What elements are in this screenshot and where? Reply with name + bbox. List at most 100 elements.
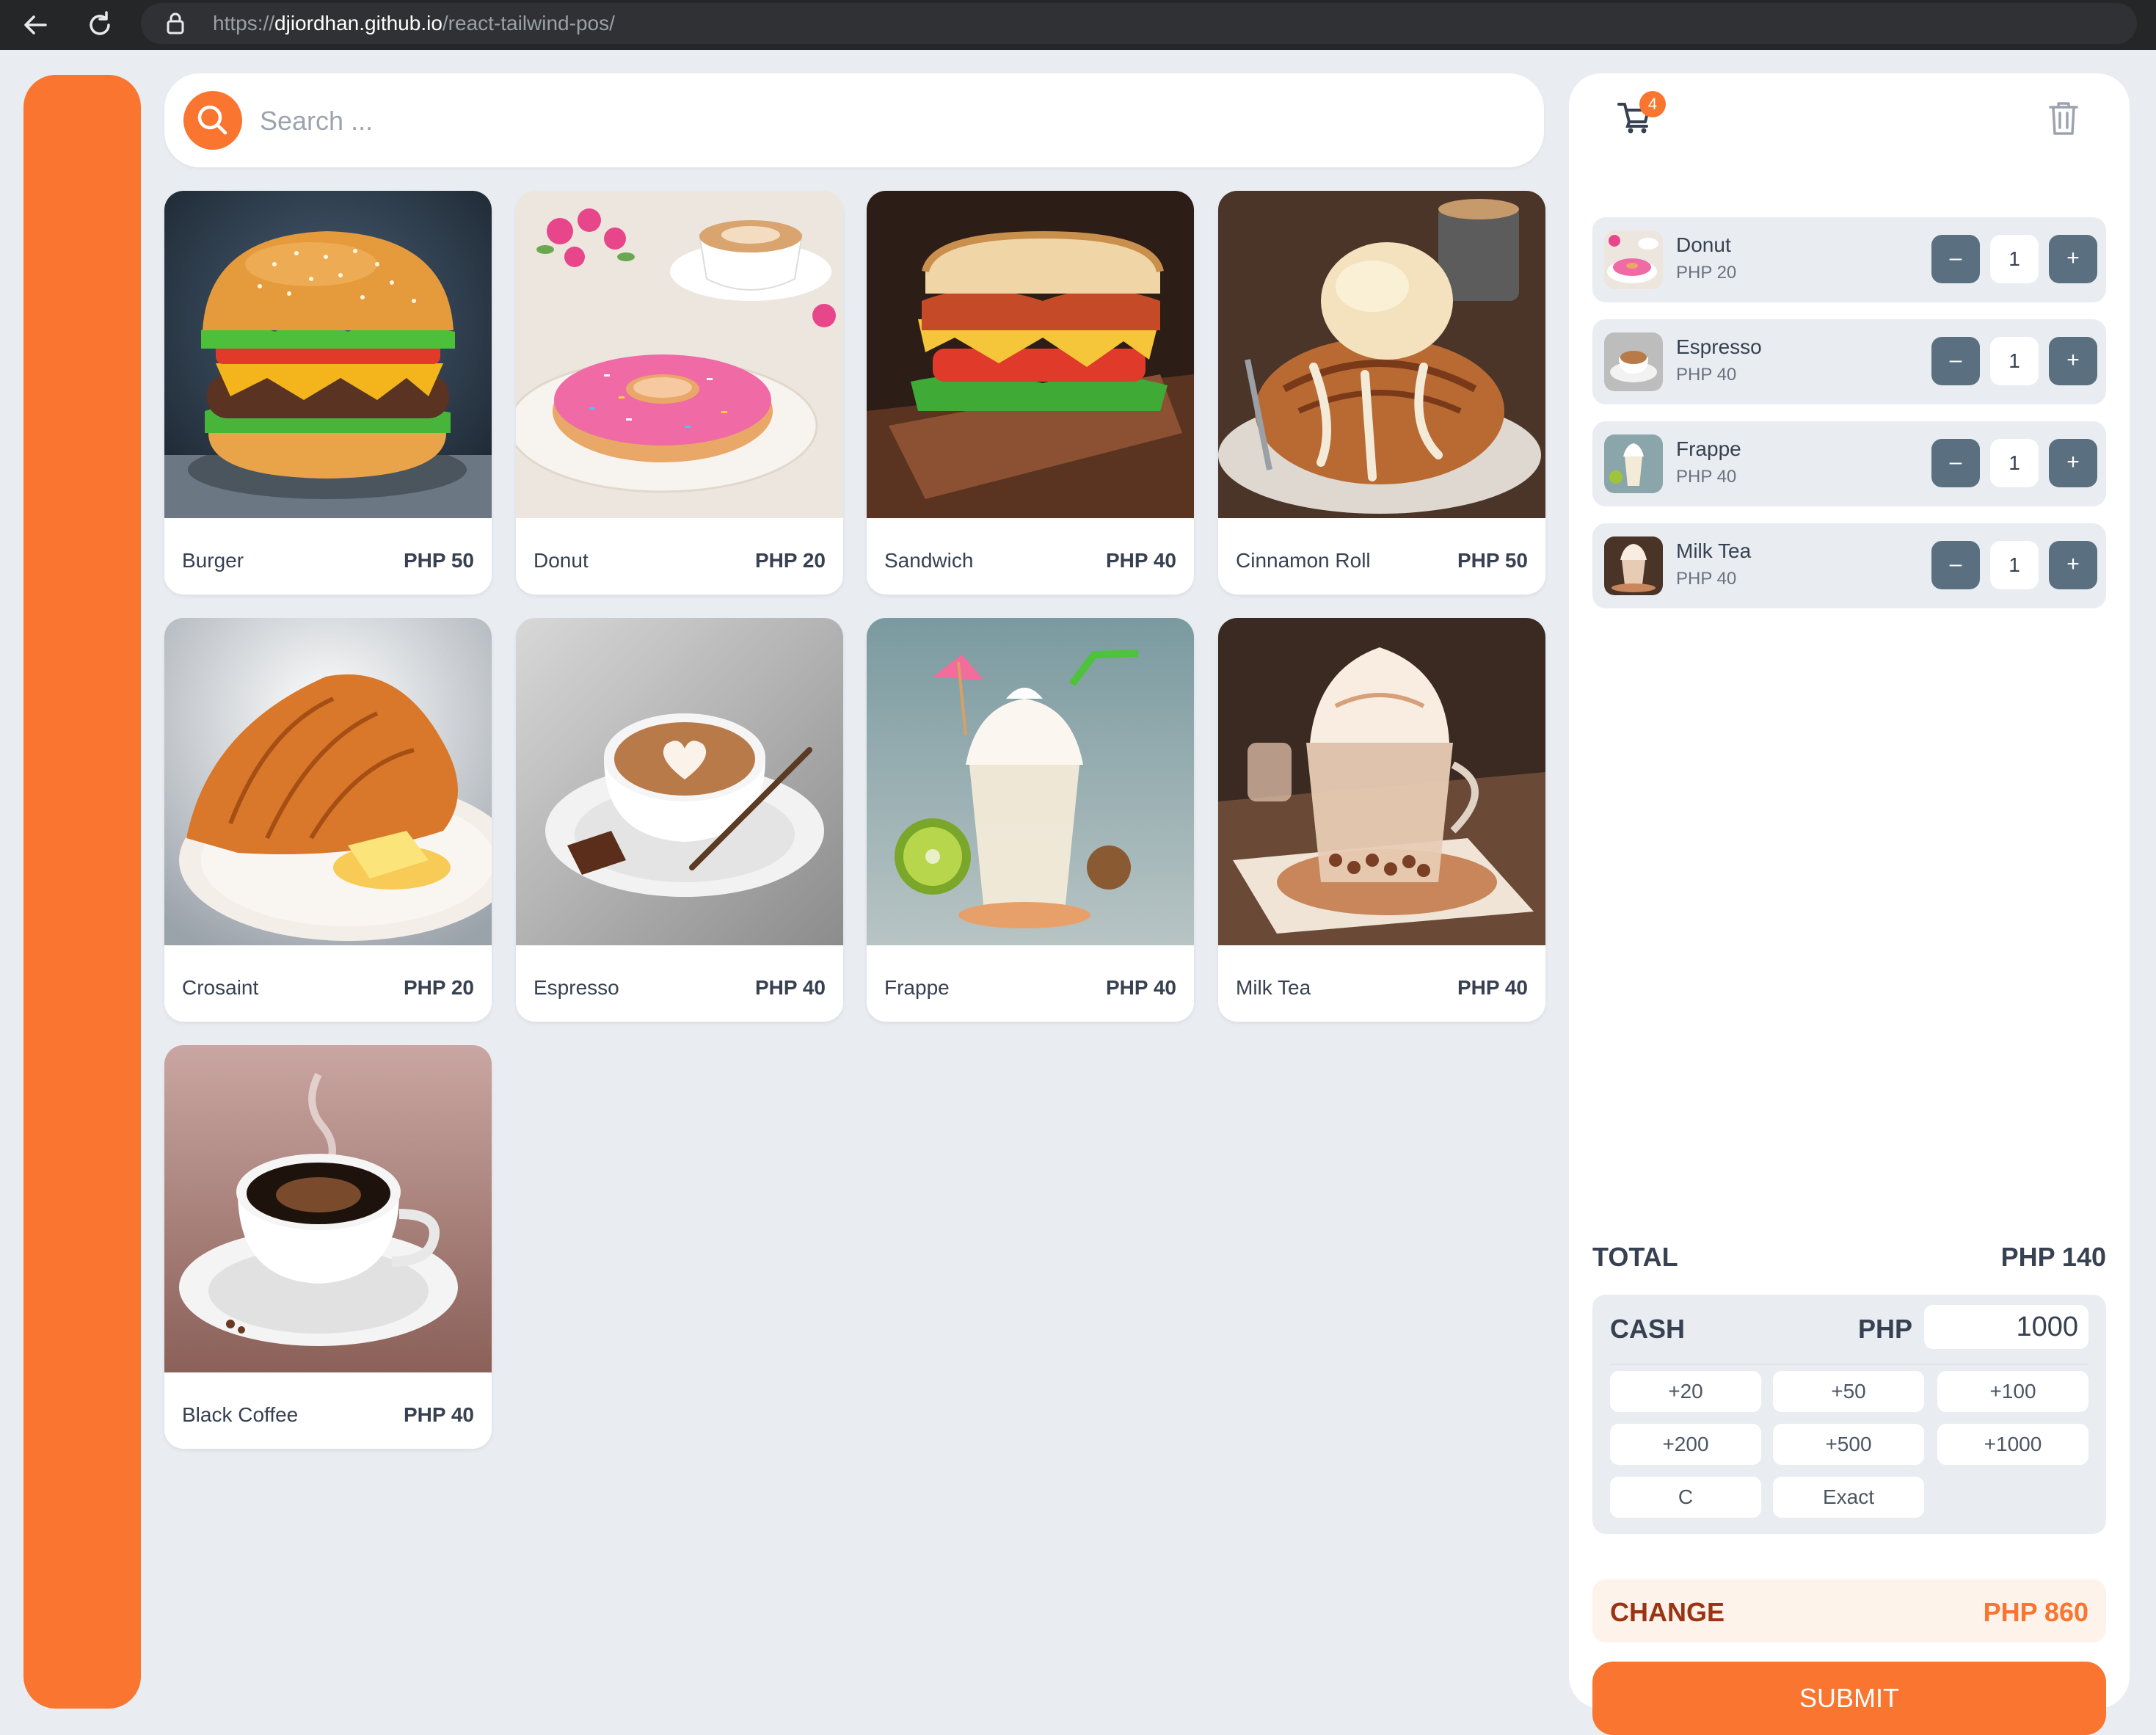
exact-cash-button[interactable]: Exact <box>1773 1477 1924 1518</box>
cash-label: CASH <box>1610 1314 1686 1344</box>
cart-item-price: PHP 20 <box>1676 263 1737 283</box>
submit-button[interactable]: SUBMIT <box>1592 1662 2106 1735</box>
decrease-quantity-button[interactable]: – <box>1931 541 1980 589</box>
cart-item: Frappe PHP 40 – 1 + <box>1592 421 2106 506</box>
product-card-frappe[interactable]: Frappe PHP 40 <box>867 618 1194 1022</box>
quantity-value[interactable]: 1 <box>1990 439 2039 487</box>
espresso-image <box>516 618 843 945</box>
product-card-cinnamon-roll[interactable]: Cinnamon Roll PHP 50 <box>1218 191 1545 594</box>
search-input[interactable] <box>258 94 1509 148</box>
search-bar <box>164 73 1544 167</box>
cinnamon-roll-image <box>1218 191 1545 518</box>
frappe-image <box>867 618 1194 945</box>
app-viewport: Burger PHP 50 Donut PH <box>0 50 2156 1735</box>
product-name: Cinnamon Roll <box>1236 549 1371 572</box>
order-panel: 4 Donut PHP 20 – 1 + Espresso PHP 40 – 1… <box>1569 73 2130 1735</box>
product-price: PHP 20 <box>755 549 826 572</box>
add-20-button[interactable]: +20 <box>1610 1371 1761 1412</box>
increase-quantity-button[interactable]: + <box>2049 337 2097 385</box>
url-scheme: https:// <box>213 12 275 34</box>
product-price: PHP 40 <box>1457 976 1528 999</box>
url-text: https://djiordhan.github.io/react-tailwi… <box>213 12 615 35</box>
milk-tea-thumbnail <box>1604 536 1663 595</box>
product-card-donut[interactable]: Donut PHP 20 <box>516 191 843 594</box>
search-icon[interactable] <box>183 91 242 150</box>
croissant-image <box>164 618 492 945</box>
product-price: PHP 40 <box>755 976 826 999</box>
product-name: Frappe <box>884 976 950 999</box>
product-price: PHP 40 <box>404 1403 474 1426</box>
total-value: PHP 140 <box>2000 1242 2106 1272</box>
cart-item: Donut PHP 20 – 1 + <box>1592 217 2106 302</box>
change-section: CHANGE PHP 860 <box>1592 1579 2106 1643</box>
reload-icon[interactable] <box>81 6 119 44</box>
product-price: PHP 50 <box>404 549 474 572</box>
product-card-espresso[interactable]: Espresso PHP 40 <box>516 618 843 1022</box>
lock-icon <box>166 12 185 38</box>
decrease-quantity-button[interactable]: – <box>1931 439 1980 487</box>
address-bar[interactable]: https://djiordhan.github.io/react-tailwi… <box>141 3 2137 44</box>
product-card-sandwich[interactable]: Sandwich PHP 40 <box>867 191 1194 594</box>
product-name: Milk Tea <box>1236 976 1311 999</box>
change-label: CHANGE <box>1610 1597 1725 1627</box>
sandwich-image <box>867 191 1194 518</box>
divider <box>1610 1364 2088 1365</box>
product-name: Sandwich <box>884 549 974 572</box>
url-host: djiordhan.github.io <box>274 12 443 34</box>
decrease-quantity-button[interactable]: – <box>1931 337 1980 385</box>
add-200-button[interactable]: +200 <box>1610 1424 1761 1465</box>
product-name: Crosaint <box>182 976 259 999</box>
change-value: PHP 860 <box>1983 1597 2088 1627</box>
add-100-button[interactable]: +100 <box>1937 1371 2088 1412</box>
quantity-value[interactable]: 1 <box>1990 235 2039 283</box>
increase-quantity-button[interactable]: + <box>2049 439 2097 487</box>
clear-cash-button[interactable]: C <box>1610 1477 1761 1518</box>
product-card-crosaint[interactable]: Crosaint PHP 20 <box>164 618 492 1022</box>
cash-section: CASH PHP +20 +50 +100 +200 +500 +1000 C … <box>1592 1295 2106 1534</box>
back-arrow-icon[interactable] <box>16 6 54 44</box>
espresso-thumbnail <box>1604 332 1663 391</box>
quantity-value[interactable]: 1 <box>1990 337 2039 385</box>
trash-icon[interactable] <box>2047 100 2080 140</box>
add-500-button[interactable]: +500 <box>1773 1424 1924 1465</box>
product-card-milk-tea[interactable]: Milk Tea PHP 40 <box>1218 618 1545 1022</box>
increase-quantity-button[interactable]: + <box>2049 235 2097 283</box>
black-coffee-image <box>164 1045 492 1372</box>
cart-item-price: PHP 40 <box>1676 569 1737 589</box>
cart-item-name: Espresso <box>1676 335 1762 358</box>
product-card-black-coffee[interactable]: Black Coffee PHP 40 <box>164 1045 492 1449</box>
increase-quantity-button[interactable]: + <box>2049 541 2097 589</box>
quantity-value[interactable]: 1 <box>1990 541 2039 589</box>
product-name: Donut <box>533 549 589 572</box>
add-1000-button[interactable]: +1000 <box>1937 1424 2088 1465</box>
cart-item: Milk Tea PHP 40 – 1 + <box>1592 523 2106 608</box>
product-name: Espresso <box>533 976 619 999</box>
donut-thumbnail <box>1604 230 1663 289</box>
cart-item: Espresso PHP 40 – 1 + <box>1592 319 2106 404</box>
product-price: PHP 40 <box>1106 549 1176 572</box>
product-price: PHP 50 <box>1457 549 1528 572</box>
product-name: Burger <box>182 549 244 572</box>
milk-tea-image <box>1218 618 1545 945</box>
cart-item-price: PHP 40 <box>1676 365 1737 385</box>
cash-currency: PHP <box>1858 1314 1913 1344</box>
sidebar <box>23 75 141 1709</box>
product-price: PHP 40 <box>1106 976 1176 999</box>
url-path: /react-tailwind-pos/ <box>442 12 615 34</box>
total-label: TOTAL <box>1592 1242 1678 1272</box>
decrease-quantity-button[interactable]: – <box>1931 235 1980 283</box>
browser-toolbar: https://djiordhan.github.io/react-tailwi… <box>0 0 2156 50</box>
cart-item-name: Milk Tea <box>1676 539 1752 562</box>
cart-item-price: PHP 40 <box>1676 467 1737 487</box>
burger-image <box>164 191 492 518</box>
product-name: Black Coffee <box>182 1403 299 1426</box>
product-price: PHP 20 <box>404 976 474 999</box>
cart-item-name: Donut <box>1676 233 1731 256</box>
cash-input[interactable] <box>1924 1305 2088 1349</box>
cart-item-name: Frappe <box>1676 437 1741 460</box>
add-50-button[interactable]: +50 <box>1773 1371 1924 1412</box>
frappe-thumbnail <box>1604 434 1663 493</box>
product-card-burger[interactable]: Burger PHP 50 <box>164 191 492 594</box>
cart-count-badge: 4 <box>1639 91 1666 117</box>
donut-image <box>516 191 843 518</box>
